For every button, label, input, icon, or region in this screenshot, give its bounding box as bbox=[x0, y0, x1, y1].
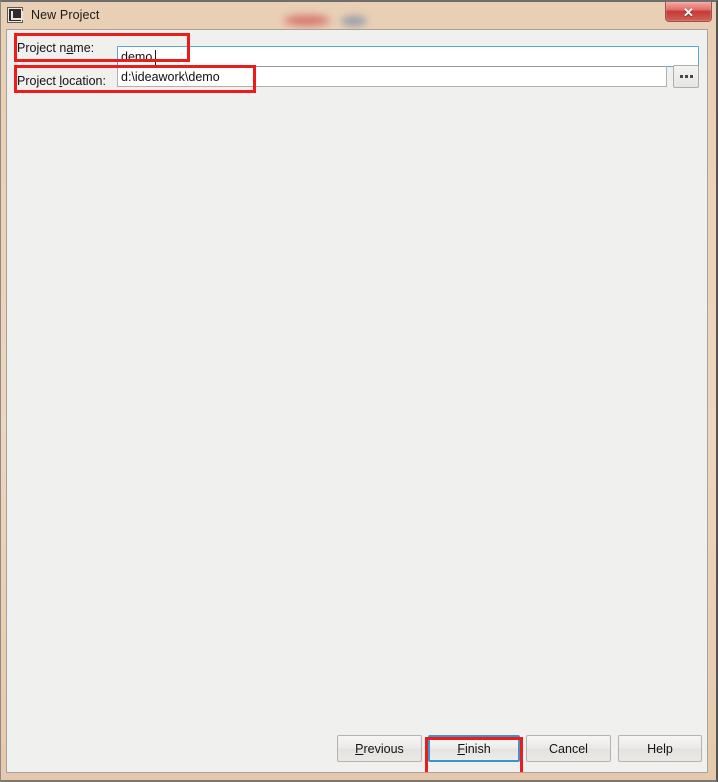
intellij-idea-icon bbox=[7, 7, 23, 23]
dialog-client-area: Project name: Project location: Previous… bbox=[6, 29, 708, 773]
project-location-input[interactable] bbox=[117, 66, 667, 87]
close-button[interactable]: ✕ bbox=[665, 2, 712, 22]
dialog-button-bar: Previous Finish Cancel Help bbox=[7, 735, 707, 763]
new-project-dialog-window: New Project ✕ Project name: Project loca… bbox=[0, 0, 718, 782]
text-caret bbox=[155, 50, 156, 65]
project-location-label: Project location: bbox=[17, 74, 106, 88]
title-bar: New Project bbox=[1, 2, 716, 28]
close-icon: ✕ bbox=[683, 5, 694, 20]
previous-button[interactable]: Previous bbox=[337, 735, 422, 762]
finish-button[interactable]: Finish bbox=[428, 735, 520, 762]
help-button[interactable]: Help bbox=[618, 735, 702, 762]
browse-location-button[interactable] bbox=[673, 65, 699, 88]
ellipsis-icon bbox=[679, 75, 693, 78]
project-name-row: Project name: bbox=[7, 35, 127, 61]
project-name-input[interactable] bbox=[117, 46, 699, 67]
cancel-button[interactable]: Cancel bbox=[526, 735, 611, 762]
window-title: New Project bbox=[31, 8, 100, 22]
project-location-row: Project location: bbox=[7, 68, 127, 94]
project-name-label: Project name: bbox=[17, 41, 95, 55]
